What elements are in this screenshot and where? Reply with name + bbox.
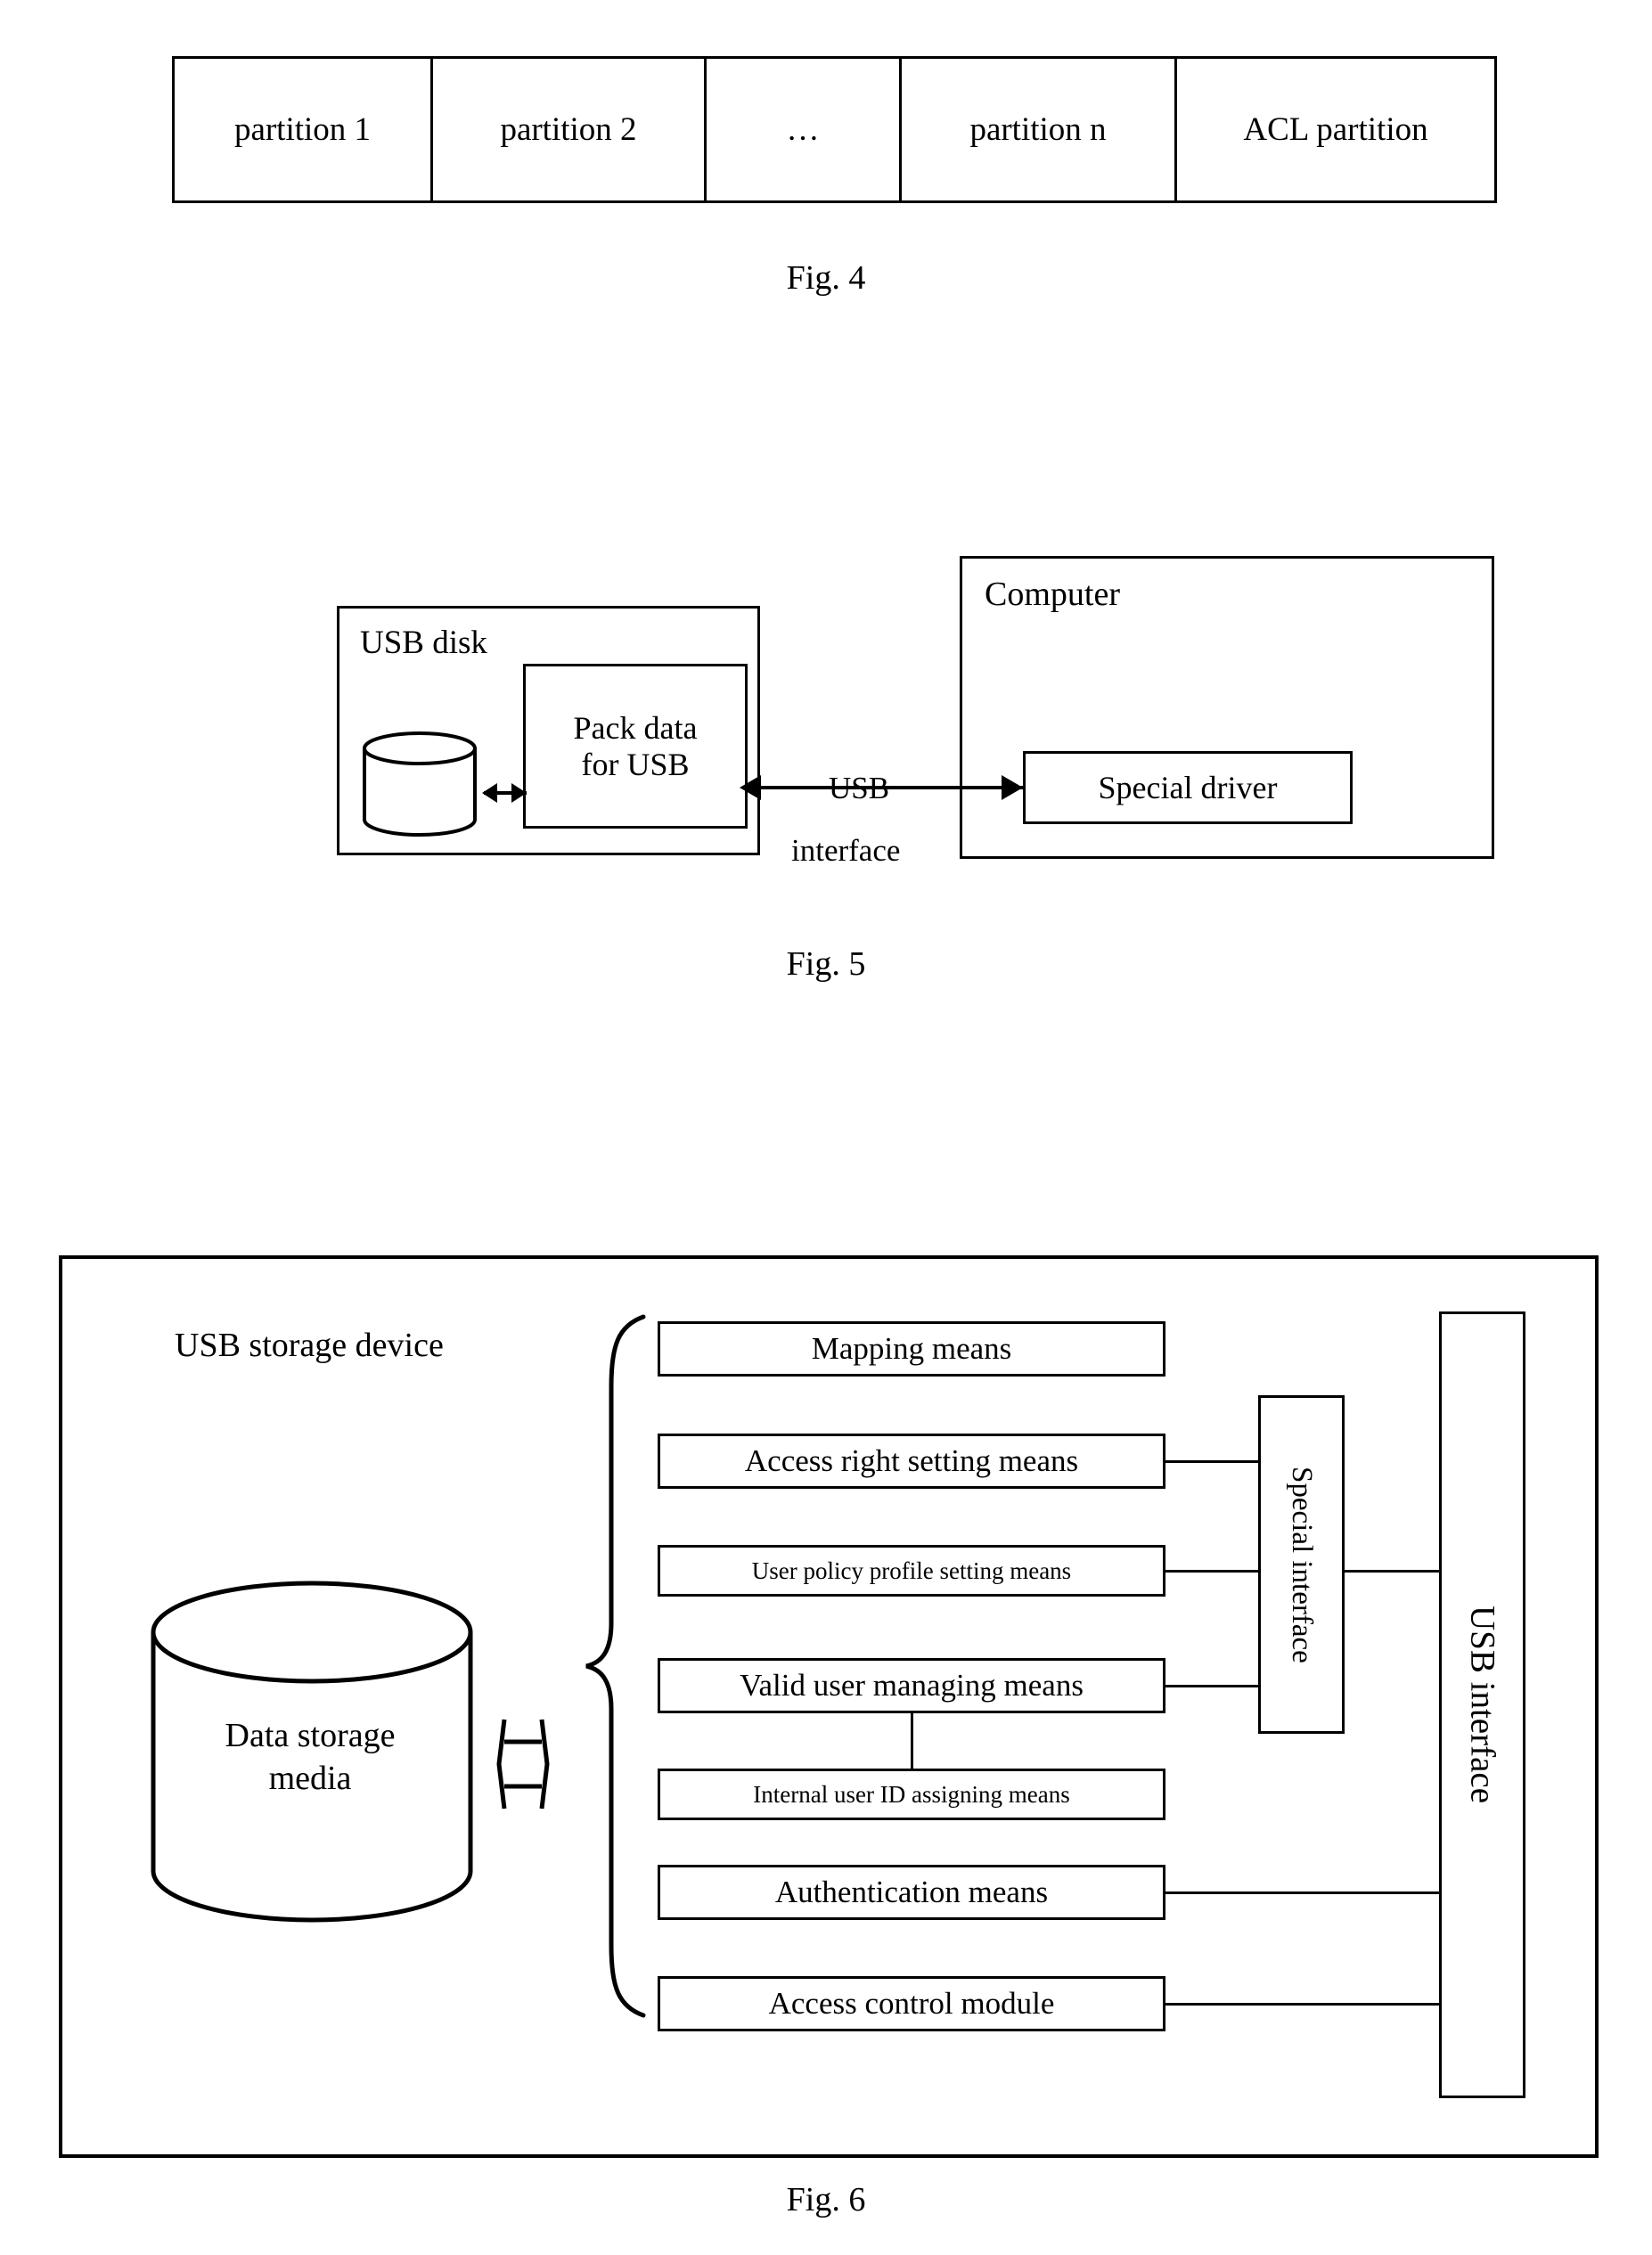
- computer-label: Computer: [985, 576, 1120, 613]
- module-access-control-module: Access control module: [658, 1976, 1165, 2031]
- cell-label: partition n: [969, 111, 1107, 148]
- module-user-policy-profile-setting-means: User policy profile setting means: [658, 1545, 1165, 1597]
- modules-group-brace: [579, 1310, 650, 2027]
- connector-access-control-to-usb-interface: [1165, 2003, 1440, 2006]
- patent-figures-page: partition 1 partition 2 … partition n AC…: [0, 0, 1652, 2255]
- usb-interface-arrow-right: [1002, 775, 1023, 800]
- special-driver-label: Special driver: [1098, 769, 1278, 805]
- module-internal-user-id-assigning-means: Internal user ID assigning means: [658, 1769, 1165, 1820]
- cell-label: partition 1: [233, 111, 372, 148]
- usb-interface-arrow-left: [740, 775, 761, 800]
- usb-disk-cylinder-icon: [356, 731, 483, 839]
- usb-interface-label-line-1: USB: [829, 771, 890, 805]
- table-cell-partition-2: partition 2: [433, 59, 707, 200]
- connector-user-policy-to-special-interface: [1165, 1570, 1259, 1573]
- table-cell-partition-n: partition n: [902, 59, 1177, 200]
- table-cell-ellipsis: …: [707, 59, 902, 200]
- cylinder-pack-arrow-right: [511, 783, 527, 803]
- special-interface-box: Special interface: [1258, 1395, 1345, 1734]
- module-valid-user-managing-means: Valid user managing means: [658, 1658, 1165, 1713]
- media-modules-bidirectional-arrow-icon: [495, 1715, 551, 1818]
- figure-4-caption: Fig. 4: [786, 259, 866, 297]
- usb-disk-label: USB disk: [360, 625, 487, 661]
- usb-interface-label: USB interface: [1463, 1605, 1502, 1804]
- pack-data-line-1: Pack data: [573, 710, 698, 747]
- module-label: Authentication means: [774, 1875, 1049, 1910]
- figure-5-caption: Fig. 5: [786, 945, 866, 983]
- data-storage-media-label: Data storage media: [159, 1715, 462, 1800]
- module-label: Internal user ID assigning means: [753, 1780, 1070, 1808]
- data-storage-media-line-2: media: [268, 1759, 352, 1797]
- connector-access-right-to-special-interface: [1165, 1460, 1259, 1463]
- figure-6-caption: Fig. 6: [786, 2181, 866, 2218]
- usb-storage-device-label: USB storage device: [175, 1327, 444, 1364]
- cell-label: partition 2: [500, 111, 637, 148]
- usb-interface-label-line-2: interface: [791, 833, 901, 868]
- special-interface-label: Special interface: [1285, 1466, 1318, 1663]
- cell-label: …: [786, 111, 820, 148]
- module-label: Access control module: [768, 1986, 1055, 2022]
- module-label: Valid user managing means: [740, 1668, 1084, 1704]
- connector-special-interface-to-usb-interface: [1345, 1570, 1440, 1573]
- module-access-right-setting-means: Access right setting means: [658, 1434, 1165, 1489]
- connector-authentication-to-usb-interface: [1165, 1891, 1440, 1894]
- cell-label: ACL partition: [1243, 111, 1428, 148]
- connector-valid-user-to-internal-id: [911, 1713, 913, 1769]
- usb-interface-arrow-shaft: [760, 786, 1023, 789]
- cylinder-pack-arrow-left: [482, 783, 497, 803]
- data-storage-media-line-1: Data storage: [225, 1717, 396, 1754]
- table-cell-partition-1: partition 1: [175, 59, 433, 200]
- connector-valid-user-to-special-interface: [1165, 1685, 1259, 1687]
- module-label: Access right setting means: [744, 1443, 1079, 1479]
- usb-interface-box: USB interface: [1439, 1311, 1525, 2098]
- table-cell-acl-partition: ACL partition: [1177, 59, 1494, 200]
- module-label: User policy profile setting means: [751, 1556, 1072, 1584]
- pack-data-line-2: for USB: [581, 746, 690, 782]
- special-driver-box: Special driver: [1023, 751, 1353, 824]
- module-label: Mapping means: [811, 1331, 1012, 1367]
- partition-table: partition 1 partition 2 … partition n AC…: [172, 56, 1497, 203]
- module-mapping-means: Mapping means: [658, 1321, 1165, 1377]
- pack-data-for-usb-box: Pack data for USB: [523, 664, 748, 829]
- module-authentication-means: Authentication means: [658, 1865, 1165, 1920]
